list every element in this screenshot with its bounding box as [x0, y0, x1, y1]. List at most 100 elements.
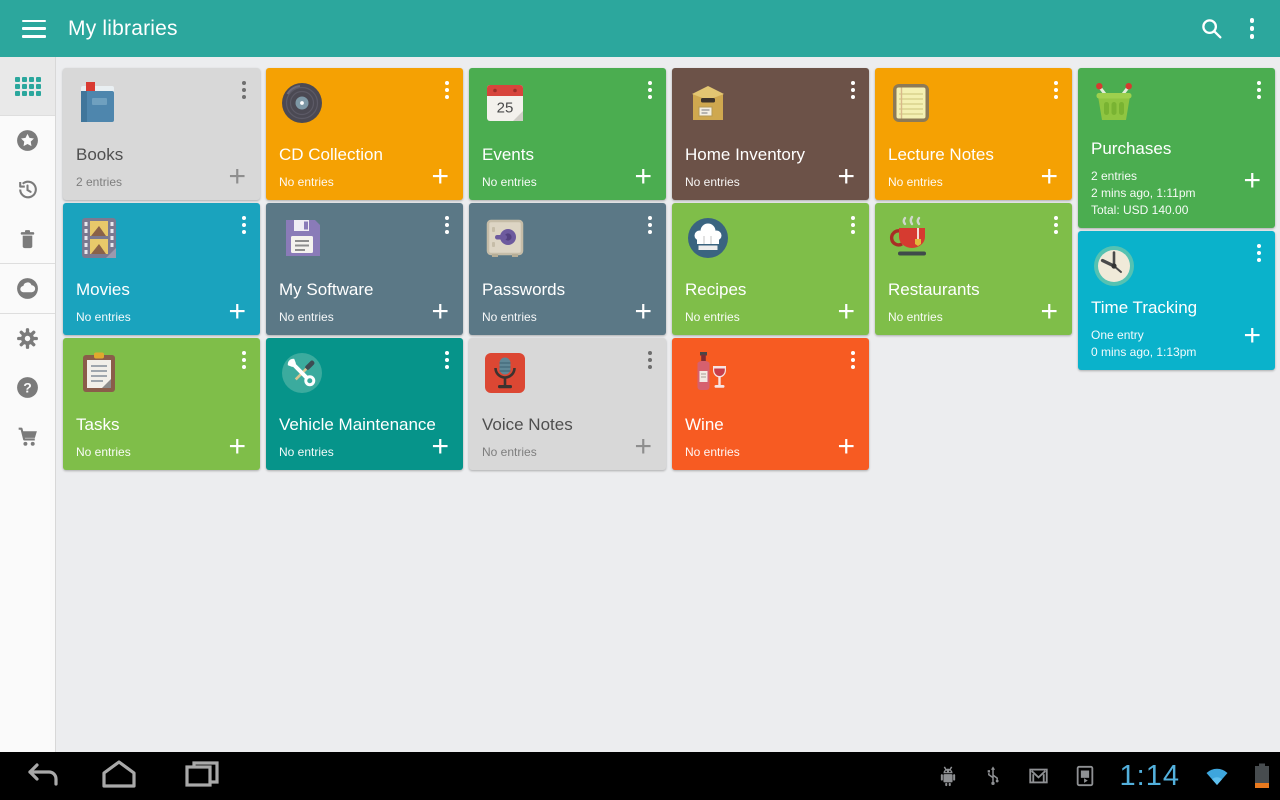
- usb-connected-icon: [983, 764, 1003, 788]
- library-card-tasks[interactable]: Tasks No entries +: [63, 338, 260, 470]
- card-menu-icon[interactable]: [232, 345, 256, 375]
- card-title: Home Inventory: [685, 145, 825, 165]
- library-card-books[interactable]: Books 2 entries +: [63, 68, 260, 200]
- card-entries: No entries: [888, 309, 1028, 326]
- clock-icon: [1090, 242, 1138, 290]
- sidebar-item-help[interactable]: ?: [0, 363, 55, 412]
- microphone-icon: [481, 349, 529, 397]
- library-card-wine[interactable]: Wine No entries +: [672, 338, 869, 470]
- card-menu-icon[interactable]: [232, 75, 256, 105]
- library-card-home-inventory[interactable]: Home Inventory No entries +: [672, 68, 869, 200]
- card-title: Movies: [76, 280, 216, 300]
- library-card-recipes[interactable]: Recipes No entries +: [672, 203, 869, 335]
- add-entry-button[interactable]: +: [831, 291, 861, 333]
- sidebar-item-shop[interactable]: [0, 412, 55, 461]
- library-card-my-software[interactable]: My Software No entries +: [266, 203, 463, 335]
- library-card-lecture-notes[interactable]: Lecture Notes No entries +: [875, 68, 1072, 200]
- sidebar-item-starred[interactable]: [0, 116, 55, 165]
- tools-icon: [278, 349, 326, 397]
- add-entry-button[interactable]: +: [425, 291, 455, 333]
- card-title: Purchases: [1091, 139, 1231, 159]
- add-entry-button[interactable]: +: [425, 156, 455, 198]
- card-menu-icon[interactable]: [638, 75, 662, 105]
- card-menu-icon[interactable]: [841, 210, 865, 240]
- add-entry-button[interactable]: +: [425, 426, 455, 468]
- recents-button[interactable]: [182, 759, 222, 792]
- card-entries: No entries: [76, 309, 216, 326]
- trash-icon: [16, 227, 39, 250]
- card-menu-icon[interactable]: [1247, 75, 1271, 105]
- svg-text:?: ?: [23, 380, 32, 396]
- cards-column: CD Collection No entries + My Software: [266, 68, 463, 470]
- sidebar-item-libraries[interactable]: [0, 57, 55, 115]
- card-entries: No entries: [888, 174, 1028, 191]
- library-card-movies[interactable]: Movies No entries +: [63, 203, 260, 335]
- library-card-vehicle-maintenance[interactable]: Vehicle Maintenance No entries +: [266, 338, 463, 470]
- library-card-events[interactable]: 25 Events No entries +: [469, 68, 666, 200]
- card-menu-icon[interactable]: [232, 210, 256, 240]
- search-icon[interactable]: [1191, 8, 1232, 49]
- library-card-cd-collection[interactable]: CD Collection No entries +: [266, 68, 463, 200]
- status-clock: 1:14: [1120, 760, 1180, 793]
- add-entry-button[interactable]: +: [1034, 291, 1064, 333]
- card-menu-icon[interactable]: [841, 75, 865, 105]
- wine-bottle-glass-icon: [684, 349, 732, 397]
- screenshot-icon: [1074, 764, 1096, 788]
- card-menu-icon[interactable]: [1044, 75, 1068, 105]
- recents-icon: [182, 759, 222, 789]
- overflow-menu-icon[interactable]: [1240, 12, 1265, 45]
- card-title: Lecture Notes: [888, 145, 1028, 165]
- card-last-entry-time: 2 mins ago, 1:11pm: [1091, 185, 1231, 202]
- add-entry-button[interactable]: +: [222, 426, 252, 468]
- library-card-voice-notes[interactable]: Voice Notes No entries +: [469, 338, 666, 470]
- card-menu-icon[interactable]: [435, 345, 459, 375]
- home-button[interactable]: [99, 759, 139, 792]
- sidebar-item-recent[interactable]: [0, 165, 55, 214]
- sidebar-item-cloud[interactable]: [0, 264, 55, 313]
- card-entries: No entries: [685, 444, 825, 461]
- add-entry-button[interactable]: +: [628, 156, 658, 198]
- sidebar-item-settings[interactable]: [0, 314, 55, 363]
- tea-cup-icon: [887, 214, 935, 262]
- card-menu-icon[interactable]: [435, 75, 459, 105]
- add-entry-button[interactable]: +: [222, 291, 252, 333]
- libraries-grid: Books 2 entries + Movies: [57, 57, 1280, 752]
- cards-column: Books 2 entries + Movies: [63, 68, 260, 470]
- add-entry-button[interactable]: +: [1237, 315, 1267, 357]
- library-card-passwords[interactable]: Passwords No entries +: [469, 203, 666, 335]
- add-entry-button[interactable]: +: [628, 426, 658, 468]
- card-menu-icon[interactable]: [435, 210, 459, 240]
- card-entries: No entries: [685, 174, 825, 191]
- library-card-restaurants[interactable]: Restaurants No entries +: [875, 203, 1072, 335]
- card-menu-icon[interactable]: [841, 345, 865, 375]
- card-entries: 2 entries: [76, 174, 216, 191]
- wifi-icon: [1204, 766, 1230, 786]
- chef-hat-icon: [684, 214, 732, 262]
- card-menu-icon[interactable]: [638, 345, 662, 375]
- library-card-time-tracking[interactable]: Time Tracking One entry 0 mins ago, 1:13…: [1078, 231, 1275, 370]
- menu-icon[interactable]: [22, 20, 46, 38]
- card-title: Events: [482, 145, 622, 165]
- card-menu-icon[interactable]: [1247, 238, 1271, 268]
- page-title: My libraries: [68, 17, 178, 41]
- card-menu-icon[interactable]: [1044, 210, 1068, 240]
- add-entry-button[interactable]: +: [1034, 156, 1064, 198]
- library-card-purchases[interactable]: Purchases 2 entries 2 mins ago, 1:11pm T…: [1078, 68, 1275, 228]
- card-menu-icon[interactable]: [638, 210, 662, 240]
- card-entries: No entries: [482, 309, 622, 326]
- card-entries: No entries: [279, 444, 419, 461]
- add-entry-button[interactable]: +: [628, 291, 658, 333]
- sidebar-item-trash[interactable]: [0, 214, 55, 263]
- add-entry-button[interactable]: +: [831, 426, 861, 468]
- add-entry-button[interactable]: +: [222, 156, 252, 198]
- cards-column: Home Inventory No entries +: [672, 68, 869, 470]
- cards-column: Purchases 2 entries 2 mins ago, 1:11pm T…: [1078, 68, 1275, 470]
- card-title: Passwords: [482, 280, 622, 300]
- shopping-basket-icon: [1090, 79, 1138, 127]
- add-entry-button[interactable]: +: [1237, 160, 1267, 202]
- back-button[interactable]: [22, 759, 62, 792]
- card-title: Time Tracking: [1091, 298, 1231, 318]
- notepad-icon: [887, 79, 935, 127]
- card-entries: No entries: [279, 174, 419, 191]
- add-entry-button[interactable]: +: [831, 156, 861, 198]
